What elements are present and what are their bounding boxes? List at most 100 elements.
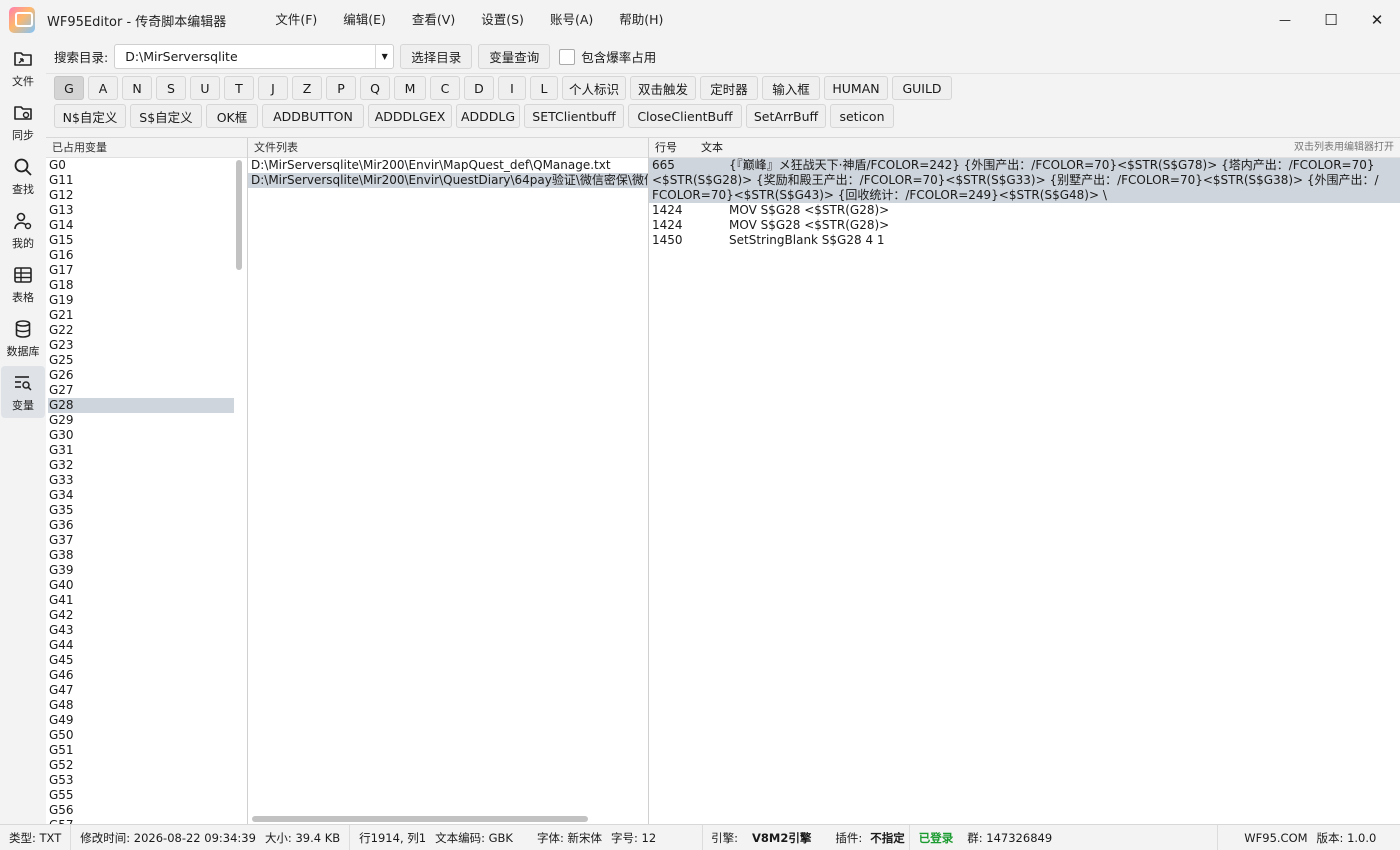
variable-list-item[interactable]: G14 (48, 218, 234, 233)
tag-button-row1-18[interactable]: 输入框 (762, 76, 820, 100)
search-dir-combo[interactable]: D:\MirServersqlite ▼ (114, 44, 395, 69)
variable-list-item[interactable]: G31 (48, 443, 234, 458)
variable-list-item[interactable]: G46 (48, 668, 234, 683)
vertical-scrollbar[interactable] (236, 160, 242, 270)
result-text-continued[interactable]: FCOLOR=70}<$STR(S$G43)> {回收统计：/FCOLOR=24… (649, 188, 1400, 203)
menu-edit[interactable]: 编辑(E) (330, 0, 399, 40)
variable-list-item[interactable]: G15 (48, 233, 234, 248)
variable-list-item[interactable]: G23 (48, 338, 234, 353)
sidebar-item-variable[interactable]: 变量 (1, 366, 45, 418)
result-row[interactable]: 1450 SetStringBlank S$G28 4 1 (649, 233, 1400, 248)
sidebar-item-table[interactable]: 表格 (1, 258, 45, 310)
sidebar-item-file[interactable]: 文件 (1, 42, 45, 94)
variable-list-item[interactable]: G39 (48, 563, 234, 578)
variable-list-item[interactable]: G40 (48, 578, 234, 593)
tag-button-row2-2[interactable]: OK框 (206, 104, 258, 128)
tag-button-row2-3[interactable]: ADDBUTTON (262, 104, 364, 128)
sidebar-item-database[interactable]: 数据库 (1, 312, 45, 364)
tag-button-row1-0[interactable]: G (54, 76, 84, 100)
variable-list-item[interactable]: G33 (48, 473, 234, 488)
variable-list-item[interactable]: G35 (48, 503, 234, 518)
tag-button-row1-7[interactable]: Z (292, 76, 322, 100)
variable-list-item[interactable]: G30 (48, 428, 234, 443)
query-variable-button[interactable]: 变量查询 (478, 44, 551, 69)
variable-list-item[interactable]: G32 (48, 458, 234, 473)
variable-list-item[interactable]: G42 (48, 608, 234, 623)
variable-list-item[interactable]: G27 (48, 383, 234, 398)
variable-list-item[interactable]: G36 (48, 518, 234, 533)
variable-list-item[interactable]: G26 (48, 368, 234, 383)
tag-button-row2-6[interactable]: SETClientbuff (524, 104, 624, 128)
result-text-continued[interactable]: <$STR(S$G28)> {奖励和殿王产出：/FCOLOR=70}<$STR(… (649, 173, 1400, 188)
variable-list-item[interactable]: G28 (48, 398, 234, 413)
variable-list-item[interactable]: G47 (48, 683, 234, 698)
menu-file[interactable]: 文件(F) (262, 0, 330, 40)
variable-list-item[interactable]: G19 (48, 293, 234, 308)
tag-button-row1-3[interactable]: S (156, 76, 186, 100)
result-row[interactable]: 1424 MOV S$G28 <$STR(G28)> (649, 218, 1400, 233)
variable-list-item[interactable]: G56 (48, 803, 234, 818)
tag-button-row2-8[interactable]: SetArrBuff (746, 104, 826, 128)
variable-list-item[interactable]: G43 (48, 623, 234, 638)
horizontal-scrollbar[interactable] (252, 816, 588, 822)
tag-button-row2-0[interactable]: N$自定义 (54, 104, 126, 128)
tag-button-row1-9[interactable]: Q (360, 76, 390, 100)
variable-list-item[interactable]: G52 (48, 758, 234, 773)
tag-button-row1-13[interactable]: I (498, 76, 526, 100)
minimize-button[interactable]: — (1262, 0, 1308, 40)
tag-button-row1-15[interactable]: 个人标识 (562, 76, 626, 100)
close-button[interactable]: ✕ (1354, 0, 1400, 40)
tag-button-row1-4[interactable]: U (190, 76, 220, 100)
variable-list-item[interactable]: G44 (48, 638, 234, 653)
tag-button-row1-11[interactable]: C (430, 76, 460, 100)
tag-button-row1-16[interactable]: 双击触发 (630, 76, 696, 100)
tag-button-row1-14[interactable]: L (530, 76, 558, 100)
variable-list-item[interactable]: G16 (48, 248, 234, 263)
menu-account[interactable]: 账号(A) (537, 0, 606, 40)
tag-button-row1-5[interactable]: T (224, 76, 254, 100)
variable-list-item[interactable]: G22 (48, 323, 234, 338)
tag-button-row1-2[interactable]: N (122, 76, 152, 100)
sidebar-item-mine[interactable]: 我的 (1, 204, 45, 256)
variable-list-item[interactable]: G29 (48, 413, 234, 428)
tag-button-row1-12[interactable]: D (464, 76, 494, 100)
menu-view[interactable]: 查看(V) (399, 0, 468, 40)
tag-button-row1-19[interactable]: HUMAN (824, 76, 888, 100)
tag-button-row1-8[interactable]: P (326, 76, 356, 100)
variable-list-item[interactable]: G53 (48, 773, 234, 788)
maximize-button[interactable]: ☐ (1308, 0, 1354, 40)
variable-list-item[interactable]: G12 (48, 188, 234, 203)
variable-list-item[interactable]: G0 (48, 158, 234, 173)
variable-list-item[interactable]: G34 (48, 488, 234, 503)
file-list-item[interactable]: D:\MirServersqlite\Mir200\Envir\MapQuest… (248, 158, 648, 173)
file-list-item[interactable]: D:\MirServersqlite\Mir200\Envir\QuestDia… (248, 173, 648, 188)
variable-list-item[interactable]: G51 (48, 743, 234, 758)
variable-list-item[interactable]: G50 (48, 728, 234, 743)
tag-button-row1-17[interactable]: 定时器 (700, 76, 758, 100)
variable-list-item[interactable]: G17 (48, 263, 234, 278)
tag-button-row1-1[interactable]: A (88, 76, 118, 100)
tag-button-row1-20[interactable]: GUILD (892, 76, 952, 100)
tag-button-row1-6[interactable]: J (258, 76, 288, 100)
tag-button-row2-9[interactable]: seticon (830, 104, 894, 128)
tag-button-row2-7[interactable]: CloseClientBuff (628, 104, 742, 128)
sidebar-item-search[interactable]: 查找 (1, 150, 45, 202)
result-row[interactable]: 665 {『巅峰』メ狂战天下·神盾/FCOLOR=242} {外围产出：/FCO… (649, 158, 1400, 173)
variable-list-item[interactable]: G48 (48, 698, 234, 713)
dropdown-arrow-icon[interactable]: ▼ (375, 45, 393, 68)
choose-dir-button[interactable]: 选择目录 (400, 44, 473, 69)
variable-list-item[interactable]: G11 (48, 173, 234, 188)
variable-list-item[interactable]: G41 (48, 593, 234, 608)
tag-button-row2-4[interactable]: ADDDLGEX (368, 104, 452, 128)
menu-settings[interactable]: 设置(S) (468, 0, 537, 40)
variable-list-item[interactable]: G21 (48, 308, 234, 323)
variable-list-item[interactable]: G37 (48, 533, 234, 548)
tag-button-row2-1[interactable]: S$自定义 (130, 104, 202, 128)
menu-help[interactable]: 帮助(H) (606, 0, 676, 40)
variable-list-item[interactable]: G55 (48, 788, 234, 803)
variable-list-item[interactable]: G13 (48, 203, 234, 218)
result-row[interactable]: 1424 MOV S$G28 <$STR(G28)> (649, 203, 1400, 218)
variable-list-item[interactable]: G18 (48, 278, 234, 293)
tag-button-row1-10[interactable]: M (394, 76, 426, 100)
sidebar-item-sync[interactable]: 同步 (1, 96, 45, 148)
